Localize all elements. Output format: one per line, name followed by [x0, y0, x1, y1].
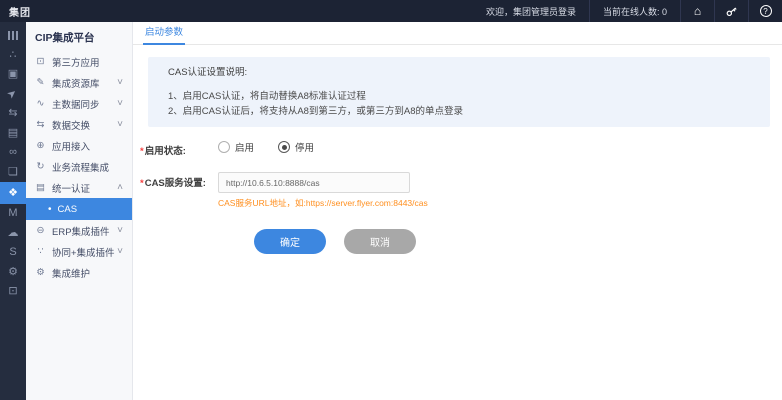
badge-icon: ▤: [35, 182, 46, 193]
welcome-text: 欢迎，集团管理员登录: [473, 5, 589, 18]
s-app-icon[interactable]: S: [0, 243, 26, 263]
required-mark: *: [140, 146, 144, 157]
gear-icon[interactable]: ⚙: [0, 263, 26, 283]
monitor-icon: ⊡: [35, 56, 46, 67]
key-glyph: [722, 2, 740, 20]
monitor-icon[interactable]: ⊡: [0, 282, 26, 302]
link-icon[interactable]: ∞: [0, 143, 26, 163]
cas-url-label: *CAS服务设置:: [140, 172, 218, 189]
card-icon[interactable]: ▤: [0, 124, 26, 144]
circle-icon: ⊖: [35, 225, 46, 236]
sidebar-item-app-access[interactable]: ⊕ 应用接入: [26, 135, 132, 156]
globe-icon: ⊕: [35, 140, 46, 151]
cas-url-hint: CAS服务URL地址，如:https://server.flyer.com:84…: [218, 197, 428, 209]
main-content: 启动参数 CAS认证设置说明: 1、启用CAS认证，将自动替换A8标准认证过程 …: [133, 22, 782, 400]
tabbar: 启动参数: [133, 22, 782, 45]
cas-url-row: *CAS服务设置: CAS服务URL地址，如:https://server.fl…: [140, 172, 770, 209]
cursor-icon[interactable]: ➤: [0, 85, 26, 105]
pen-icon: ✎: [35, 77, 46, 88]
notice-line-1: 1、启用CAS认证，将自动替换A8标准认证过程: [168, 89, 750, 104]
bullet-icon: •: [48, 204, 52, 215]
sidebar-item-erp-plugins[interactable]: ⊖ ERP集成插件 ˅: [26, 220, 132, 241]
topbar: 集团 欢迎，集团管理员登录 当前在线人数: 0 ⌂ ?: [0, 0, 782, 22]
radio-circle-checked: [278, 141, 290, 153]
chevron-down-icon: ˅: [117, 120, 123, 130]
key-icon[interactable]: [715, 0, 748, 22]
chevron-down-icon: ˅: [117, 78, 123, 88]
cancel-button[interactable]: 取消: [344, 229, 416, 254]
tab-startup-params[interactable]: 启动参数: [143, 20, 185, 45]
sidebar-item-data-exchange[interactable]: ⇆ 数据交换 ˅: [26, 114, 132, 135]
radio-circle-unchecked: [218, 141, 230, 153]
cloud-icon[interactable]: ☁: [0, 224, 26, 244]
radio-disable[interactable]: 停用: [278, 140, 314, 154]
chevron-down-icon: ˅: [117, 99, 123, 109]
sidebar-item-unified-auth[interactable]: ▤ 统一认证 ˄: [26, 177, 132, 198]
chevron-down-icon: ˅: [117, 226, 123, 236]
chevron-down-icon: ˅: [117, 247, 123, 257]
chevron-up-icon: ˄: [117, 183, 123, 193]
online-count: 当前在线人数: 0: [590, 5, 680, 18]
sidebar-item-maintenance[interactable]: ⚙ 集成维护: [26, 262, 132, 283]
sidebar-item-master-data-sync[interactable]: ∿ 主数据同步 ˅: [26, 93, 132, 114]
exchange-icon: ⇆: [35, 119, 46, 130]
sidebar: CIP集成平台 ⊡ 第三方应用 ✎ 集成资源库 ˅ ∿ 主数据同步 ˅ ⇆ 数据…: [26, 22, 133, 400]
sidebar-item-collab-plugins[interactable]: ∵ 协同+集成插件 ˅: [26, 241, 132, 262]
enable-status-row: *启用状态: 启用 停用: [140, 140, 770, 157]
required-mark: *: [140, 178, 144, 189]
m-app-icon[interactable]: M: [0, 204, 26, 224]
document-icon[interactable]: ❏: [0, 163, 26, 183]
sidebar-item-resource-library[interactable]: ✎ 集成资源库 ˅: [26, 72, 132, 93]
sidebar-item-third-party-apps[interactable]: ⊡ 第三方应用: [26, 51, 132, 72]
gallery-icon[interactable]: ▣: [0, 65, 26, 85]
brand-label: 集团: [0, 4, 31, 19]
notice-box: CAS认证设置说明: 1、启用CAS认证，将自动替换A8标准认证过程 2、启用C…: [148, 57, 770, 127]
flow-icon: ↻: [35, 161, 46, 172]
topbar-right: 欢迎，集团管理员登录 当前在线人数: 0 ⌂ ?: [473, 0, 782, 22]
chart-icon: ∿: [35, 98, 46, 109]
home-icon[interactable]: ⌂: [681, 0, 714, 22]
settings-page: CAS认证设置说明: 1、启用CAS认证，将自动替换A8标准认证过程 2、启用C…: [133, 45, 782, 254]
sidebar-title: CIP集成平台: [26, 22, 132, 51]
sidebar-item-cas[interactable]: • CAS: [26, 198, 132, 220]
integration-apps-icon[interactable]: ❖: [0, 182, 26, 204]
notice-title: CAS认证设置说明:: [168, 65, 750, 80]
app-window: 集团 欢迎，集团管理员登录 当前在线人数: 0 ⌂ ? ∴ ▣ ➤ ⇆: [0, 0, 782, 400]
sidebar-item-process-integration[interactable]: ↻ 业务流程集成: [26, 156, 132, 177]
gear-icon: ⚙: [35, 267, 46, 278]
exchange-icon[interactable]: ⇆: [0, 104, 26, 124]
sitemap-icon[interactable]: ∴: [0, 46, 26, 66]
share-icon: ∵: [35, 246, 46, 257]
button-row: 确定 取消: [254, 229, 770, 254]
collapse-menu-icon[interactable]: [0, 26, 26, 46]
notice-line-2: 2、启用CAS认证后，将支持从A8到第三方，或第三方到A8的单点登录: [168, 104, 750, 119]
cas-url-input[interactable]: [218, 172, 410, 193]
radio-enable[interactable]: 启用: [218, 140, 254, 154]
confirm-button[interactable]: 确定: [254, 229, 326, 254]
help-icon[interactable]: ?: [749, 0, 782, 22]
icon-rail: ∴ ▣ ➤ ⇆ ▤ ∞ ❏ ❖ M ☁ S ⚙ ⊡: [0, 22, 26, 400]
enable-status-label: *启用状态:: [140, 140, 218, 157]
